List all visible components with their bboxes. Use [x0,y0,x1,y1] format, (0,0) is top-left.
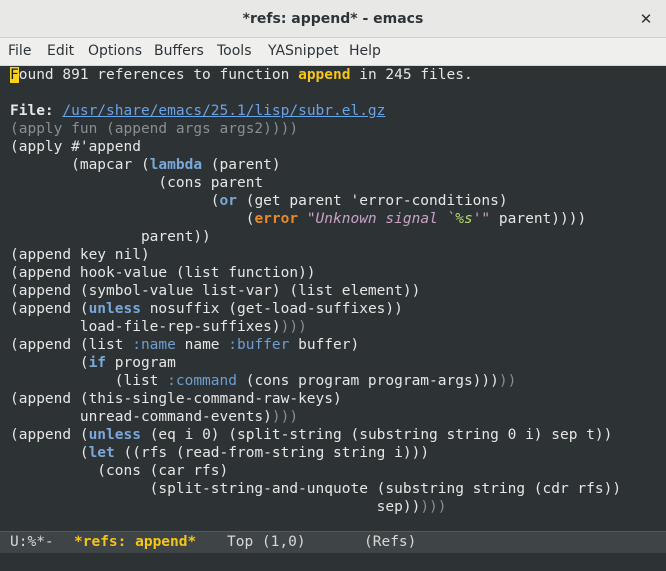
references-summary: Found 891 references to function append … [10,66,473,84]
modeline-position: Top (1,0) [227,534,306,550]
close-icon[interactable]: ✕ [636,9,656,29]
code-token: "Unknown signal ` [306,211,456,227]
code-line: (mapcar (lambda (parent) [10,156,281,174]
minibuffer[interactable] [0,553,666,571]
code-line: (split-string-and-unquote (substring str… [10,480,621,498]
code-token: :name [132,337,176,353]
code-line: unread-command-events)))) [10,408,298,426]
summary-text-pre: ound 891 references to function [18,67,299,83]
modeline-status: U:%*- [10,534,54,550]
code-token: nosuffix (get-load-suffixes)) [140,301,403,317]
code-token: or [219,193,237,209]
code-line: (append (symbol-value list-var) (list el… [10,282,420,300]
code-token: let [88,445,115,461]
code-token: name [175,337,229,353]
code-token: parent)) [10,229,211,245]
code-token: (apply #'append [10,139,141,155]
summary-function-name: append [298,67,351,83]
code-line: (error "Unknown signal `%s'" parent)))) [10,210,587,228]
code-token: ( [10,193,220,209]
menu-yasnippet[interactable]: YASnippet [262,38,345,65]
code-token: (append (symbol-value list-var) (list el… [10,283,421,299]
code-line: (cons parent [10,174,263,192]
code-token: ( [10,355,89,371]
code-token: (append ( [10,301,89,317]
code-token: (get parent 'error-conditions) [236,193,508,209]
code-token: (cons program program-args))) [236,373,499,389]
menu-bar: File Edit Options Buffers Tools YASnippe… [0,38,666,66]
code-token: (split-string-and-unquote (substring str… [10,481,622,497]
code-line: (let ((rfs (read-from-string string i))) [10,444,429,462]
code-line: (append (list :name name :buffer buffer) [10,336,359,354]
file-path-link[interactable]: /usr/share/emacs/25.1/lisp/subr.el.gz [62,103,385,119]
menu-help[interactable]: Help [343,38,387,65]
code-line: sep))))) [10,498,447,516]
menu-file[interactable]: File [2,38,37,65]
code-line: (append (this-single-command-raw-keys) [10,390,342,408]
code-token: (append key nil) [10,247,150,263]
text-cursor: F [10,67,19,83]
code-token: (append ( [10,427,89,443]
menu-edit[interactable]: Edit [41,38,80,65]
code-token: %s [455,211,473,227]
code-line: (if program [10,354,176,372]
code-token: ( [10,445,89,461]
code-token: buffer) [289,337,360,353]
code-line: (append (unless (eq i 0) (split-string (… [10,426,612,444]
window-title: *refs: append* - emacs [242,11,424,27]
code-token: program [106,355,176,371]
code-token: unread-command-events) [10,409,272,425]
file-label: File: [10,103,54,119]
code-token: ))) [271,409,299,425]
emacs-window: *refs: append* - emacs ✕ File Edit Optio… [0,0,666,571]
code-token: unless [88,301,141,317]
code-line: (cons (car rfs) [10,462,228,480]
code-token: (list [10,373,168,389]
code-token: :buffer [228,337,290,353]
menu-tools[interactable]: Tools [211,38,258,65]
code-token: error [254,211,299,227]
code-line: (append hook-value (list function)) [10,264,316,282]
code-token: lambda [149,157,203,173]
code-line: parent)) [10,228,211,246]
code-token: :command [167,373,237,389]
code-token: parent)))) [490,211,587,227]
code-token: if [88,355,107,371]
editor-buffer[interactable]: Found 891 references to function append … [0,66,666,530]
code-token: ))) [280,319,307,335]
code-line: (or (get parent 'error-conditions) [10,192,508,210]
summary-text-post: in 245 files. [350,67,473,83]
code-token: unless [88,427,141,443]
code-token: (cons parent [10,175,264,191]
menu-buffers[interactable]: Buffers [148,38,210,65]
code-token: ( [10,211,255,227]
title-bar: *refs: append* - emacs ✕ [0,0,666,38]
code-line: load-file-rep-suffixes)))) [10,318,307,336]
code-line: (apply fun (append args args2)))) [10,120,298,138]
code-token: (append (list [10,337,133,353]
file-header: File: /usr/share/emacs/25.1/lisp/subr.el… [10,102,385,120]
code-token: ((rfs (read-from-string string i))) [114,445,430,461]
code-token: (mapcar ( [10,157,150,173]
code-token: (apply fun (append args args2)))) [10,121,299,137]
code-line: (append (unless nosuffix (get-load-suffi… [10,300,403,318]
code-token: '" [472,211,491,227]
code-token: (append (this-single-command-raw-keys) [10,391,342,407]
code-token: (cons (car rfs) [10,463,229,479]
modeline-buffer-name[interactable]: *refs: append* [74,532,196,553]
code-token: (parent) [202,157,281,173]
code-line: (list :command (cons program program-arg… [10,372,517,390]
modeline-mode[interactable]: (Refs) [364,532,416,553]
code-token: )) [498,373,517,389]
code-token: load-file-rep-suffixes) [10,319,281,335]
code-token: ))) [420,499,447,515]
code-line: (apply #'append [10,138,141,156]
code-token: (eq i 0) (split-string (substring string… [140,427,613,443]
menu-options[interactable]: Options [82,38,148,65]
code-token: sep)) [10,499,421,515]
code-line: (append key nil) [10,246,150,264]
mode-line: U:%*- *refs: append* Top (1,0) (Refs) [0,531,666,553]
code-token: (append hook-value (list function)) [10,265,316,281]
